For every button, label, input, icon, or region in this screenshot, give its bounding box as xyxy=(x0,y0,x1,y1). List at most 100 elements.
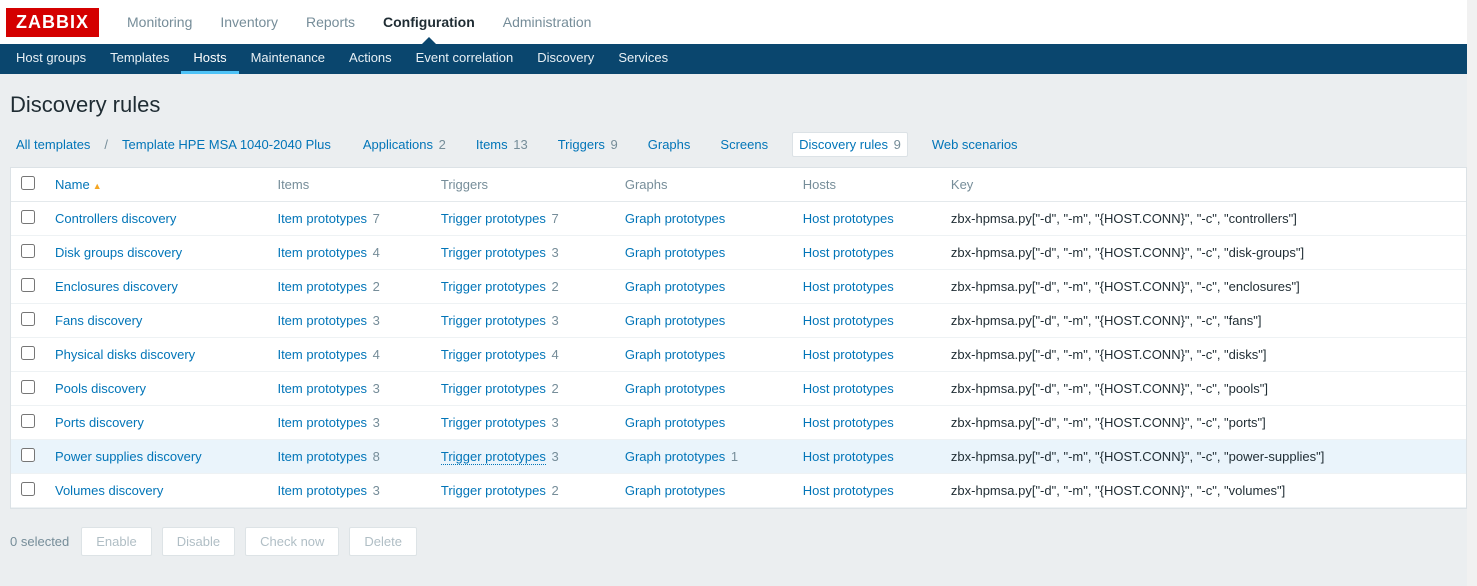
topnav-item-configuration[interactable]: Configuration xyxy=(369,0,489,44)
item-prototypes-link[interactable]: Item prototypes xyxy=(277,483,367,498)
col-header-items: Items xyxy=(267,168,430,202)
item-prototypes-link[interactable]: Item prototypes xyxy=(277,313,367,328)
host-prototypes-link[interactable]: Host prototypes xyxy=(803,449,894,464)
graph-prototypes-link[interactable]: Graph prototypes xyxy=(625,381,725,396)
row-checkbox[interactable] xyxy=(21,448,35,462)
table-row: Enclosures discoveryItem prototypes 2Tri… xyxy=(11,270,1466,304)
trigger-prototypes-link[interactable]: Trigger prototypes xyxy=(441,449,546,465)
trigger-prototypes-link[interactable]: Trigger prototypes xyxy=(441,313,546,328)
trigger-prototypes-link[interactable]: Trigger prototypes xyxy=(441,245,546,260)
host-prototypes-link[interactable]: Host prototypes xyxy=(803,211,894,226)
trigger-prototypes-link[interactable]: Trigger prototypes xyxy=(441,381,546,396)
tab-applications[interactable]: Applications 2 xyxy=(357,133,452,156)
tab-triggers[interactable]: Triggers 9 xyxy=(552,133,624,156)
crumb-template-name[interactable]: Template HPE MSA 1040-2040 Plus xyxy=(116,133,337,156)
topnav-item-administration[interactable]: Administration xyxy=(489,0,606,44)
host-prototypes-link[interactable]: Host prototypes xyxy=(803,483,894,498)
table-row: Power supplies discoveryItem prototypes … xyxy=(11,440,1466,474)
item-prototypes-link[interactable]: Item prototypes xyxy=(277,381,367,396)
tab-discovery-rules[interactable]: Discovery rules 9 xyxy=(792,132,908,157)
select-all-checkbox[interactable] xyxy=(21,176,35,190)
item-prototypes-link[interactable]: Item prototypes xyxy=(277,415,367,430)
trigger-prototypes-link[interactable]: Trigger prototypes xyxy=(441,279,546,294)
table-row: Fans discoveryItem prototypes 3Trigger p… xyxy=(11,304,1466,338)
topnav-item-inventory[interactable]: Inventory xyxy=(206,0,292,44)
subnav-item-templates[interactable]: Templates xyxy=(98,44,181,74)
tab-web-scenarios[interactable]: Web scenarios xyxy=(926,133,1024,156)
topnav-item-monitoring[interactable]: Monitoring xyxy=(113,0,206,44)
subnav-item-hosts[interactable]: Hosts xyxy=(181,44,238,74)
graph-prototypes-link[interactable]: Graph prototypes xyxy=(625,313,725,328)
key-cell: zbx-hpmsa.py["-d", "-m", "{HOST.CONN}", … xyxy=(941,338,1466,372)
topnav-item-reports[interactable]: Reports xyxy=(292,0,369,44)
host-prototypes-link[interactable]: Host prototypes xyxy=(803,381,894,396)
host-prototypes-link[interactable]: Host prototypes xyxy=(803,415,894,430)
item-prototypes-link[interactable]: Item prototypes xyxy=(277,279,367,294)
disable-button[interactable]: Disable xyxy=(162,527,235,556)
subnav-item-discovery[interactable]: Discovery xyxy=(525,44,606,74)
discovery-rule-link[interactable]: Physical disks discovery xyxy=(55,347,195,362)
discovery-rule-link[interactable]: Pools discovery xyxy=(55,381,146,396)
col-header-name[interactable]: Name▲ xyxy=(45,168,267,202)
subnav-item-event-correlation[interactable]: Event correlation xyxy=(404,44,526,74)
subnav-item-maintenance[interactable]: Maintenance xyxy=(239,44,337,74)
row-checkbox[interactable] xyxy=(21,210,35,224)
graph-prototypes-link[interactable]: Graph prototypes xyxy=(625,245,725,260)
table-row: Disk groups discoveryItem prototypes 4Tr… xyxy=(11,236,1466,270)
discovery-rule-link[interactable]: Volumes discovery xyxy=(55,483,163,498)
graph-prototypes-link[interactable]: Graph prototypes xyxy=(625,279,725,294)
graph-prototypes-link[interactable]: Graph prototypes xyxy=(625,211,725,226)
discovery-rule-link[interactable]: Enclosures discovery xyxy=(55,279,178,294)
footer-actions: 0 selected Enable Disable Check now Delete xyxy=(10,527,1467,556)
discovery-rule-link[interactable]: Ports discovery xyxy=(55,415,144,430)
item-prototypes-link[interactable]: Item prototypes xyxy=(277,347,367,362)
key-cell: zbx-hpmsa.py["-d", "-m", "{HOST.CONN}", … xyxy=(941,304,1466,338)
discovery-rule-link[interactable]: Controllers discovery xyxy=(55,211,176,226)
trigger-prototypes-link[interactable]: Trigger prototypes xyxy=(441,415,546,430)
host-prototypes-link[interactable]: Host prototypes xyxy=(803,245,894,260)
delete-button[interactable]: Delete xyxy=(349,527,417,556)
row-checkbox[interactable] xyxy=(21,312,35,326)
discovery-rule-link[interactable]: Fans discovery xyxy=(55,313,142,328)
graph-prototypes-link[interactable]: Graph prototypes xyxy=(625,449,725,464)
row-checkbox[interactable] xyxy=(21,346,35,360)
tab-graphs[interactable]: Graphs xyxy=(642,133,697,156)
sub-nav: Host groupsTemplatesHostsMaintenanceActi… xyxy=(0,44,1477,74)
subnav-item-services[interactable]: Services xyxy=(606,44,680,74)
discovery-rule-link[interactable]: Power supplies discovery xyxy=(55,449,202,464)
row-checkbox[interactable] xyxy=(21,414,35,428)
host-prototypes-link[interactable]: Host prototypes xyxy=(803,313,894,328)
row-checkbox[interactable] xyxy=(21,278,35,292)
page-body: Discovery rules All templates/Template H… xyxy=(0,74,1477,586)
item-prototypes-link[interactable]: Item prototypes xyxy=(277,449,367,464)
trigger-prototypes-link[interactable]: Trigger prototypes xyxy=(441,347,546,362)
row-checkbox[interactable] xyxy=(21,482,35,496)
discovery-rule-link[interactable]: Disk groups discovery xyxy=(55,245,182,260)
subnav-item-host-groups[interactable]: Host groups xyxy=(4,44,98,74)
row-checkbox[interactable] xyxy=(21,380,35,394)
col-header-checkbox xyxy=(11,168,45,202)
item-prototypes-link[interactable]: Item prototypes xyxy=(277,211,367,226)
crumb-separator: / xyxy=(104,137,108,152)
subnav-item-actions[interactable]: Actions xyxy=(337,44,404,74)
selected-count: 0 selected xyxy=(10,534,69,549)
sort-asc-icon: ▲ xyxy=(93,181,102,191)
item-prototypes-link[interactable]: Item prototypes xyxy=(277,245,367,260)
host-prototypes-link[interactable]: Host prototypes xyxy=(803,279,894,294)
host-prototypes-link[interactable]: Host prototypes xyxy=(803,347,894,362)
tab-items[interactable]: Items 13 xyxy=(470,133,534,156)
graph-prototypes-link[interactable]: Graph prototypes xyxy=(625,483,725,498)
logo[interactable]: ZABBIX xyxy=(6,8,99,37)
table-row: Ports discoveryItem prototypes 3Trigger … xyxy=(11,406,1466,440)
row-checkbox[interactable] xyxy=(21,244,35,258)
trigger-prototypes-link[interactable]: Trigger prototypes xyxy=(441,483,546,498)
enable-button[interactable]: Enable xyxy=(81,527,151,556)
tab-screens[interactable]: Screens xyxy=(714,133,774,156)
crumb-all-templates[interactable]: All templates xyxy=(10,133,96,156)
graph-prototypes-link[interactable]: Graph prototypes xyxy=(625,347,725,362)
check-now-button[interactable]: Check now xyxy=(245,527,339,556)
trigger-prototypes-link[interactable]: Trigger prototypes xyxy=(441,211,546,226)
discovery-rules-table: Name▲ Items Triggers Graphs Hosts Key Co… xyxy=(10,167,1467,509)
key-cell: zbx-hpmsa.py["-d", "-m", "{HOST.CONN}", … xyxy=(941,236,1466,270)
graph-prototypes-link[interactable]: Graph prototypes xyxy=(625,415,725,430)
